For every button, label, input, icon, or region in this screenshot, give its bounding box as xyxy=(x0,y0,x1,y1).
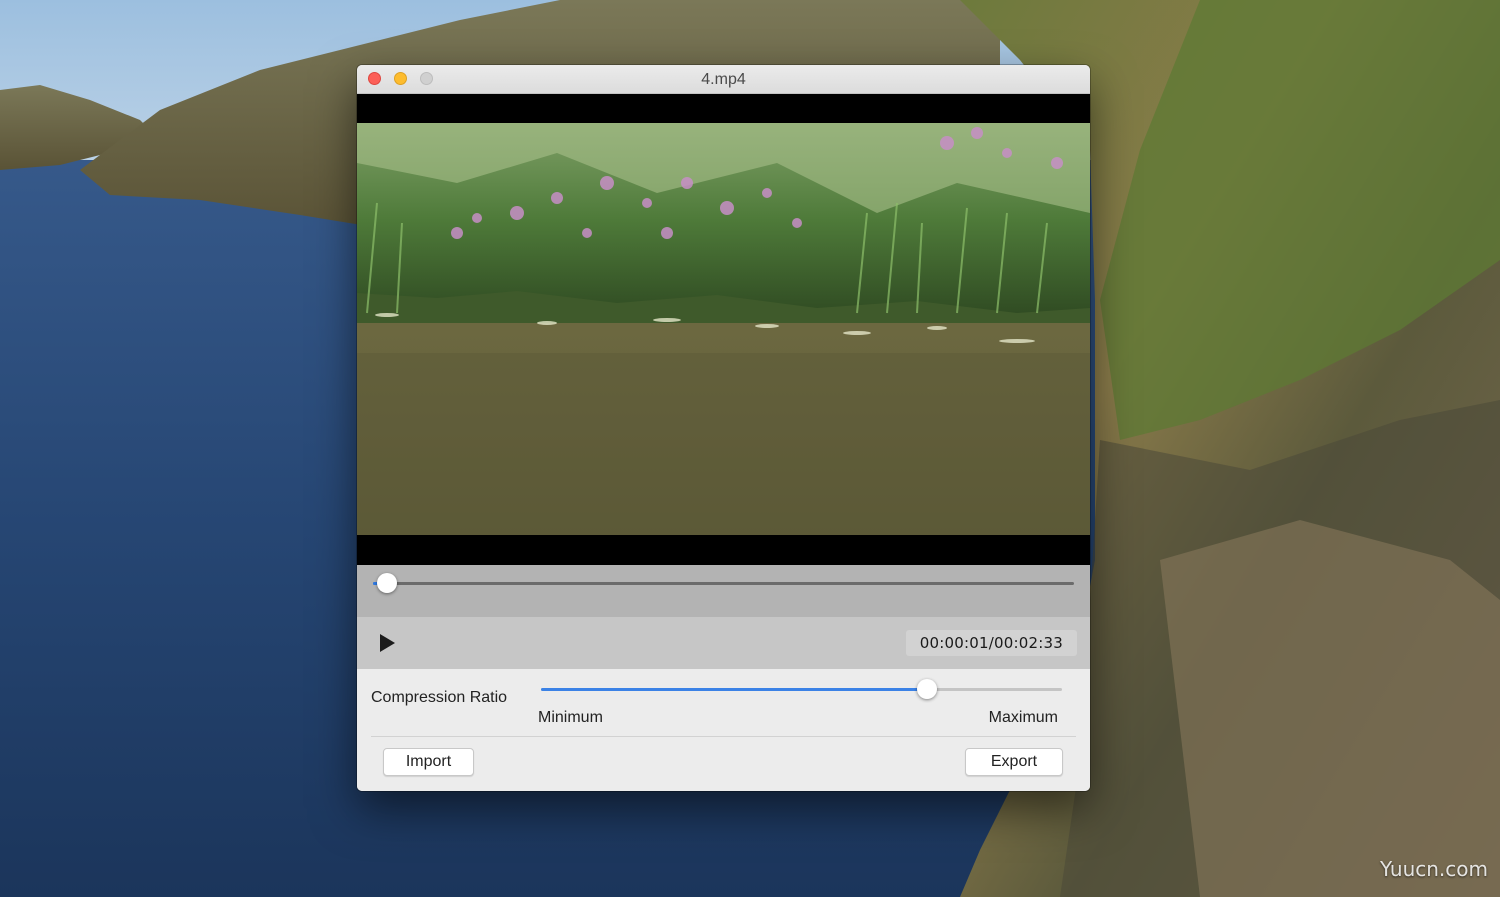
time-display: 00:00:01/00:02:33 xyxy=(905,630,1077,656)
import-button[interactable]: Import xyxy=(383,748,474,776)
minimum-label: Minimum xyxy=(538,709,603,726)
export-button[interactable]: Export xyxy=(965,748,1063,776)
compression-slider-knob[interactable] xyxy=(916,679,937,699)
maximum-label: Maximum xyxy=(988,709,1058,726)
compression-slider-fill xyxy=(541,688,927,691)
window-title: 4.mp4 xyxy=(701,71,746,88)
compression-slider[interactable] xyxy=(541,679,1062,699)
watermark-text: Yuucn.com xyxy=(1379,857,1488,881)
bottom-bar: Import Export xyxy=(357,737,1090,791)
app-window: 4.mp4 00:00:01/00:02:33 Compression Rati… xyxy=(357,65,1090,791)
playback-controls: 00:00:01/00:02:33 xyxy=(357,617,1090,669)
seek-bar-strip xyxy=(357,565,1090,617)
video-view[interactable] xyxy=(357,94,1090,565)
compression-panel: Compression Ratio Minimum Maximum xyxy=(357,669,1090,737)
title-bar[interactable]: 4.mp4 xyxy=(357,65,1090,94)
video-frame xyxy=(357,123,1090,535)
seek-knob[interactable] xyxy=(377,573,398,593)
play-icon xyxy=(380,634,395,652)
seek-slider[interactable] xyxy=(373,573,1074,593)
play-button[interactable] xyxy=(375,631,399,655)
compression-ratio-label: Compression Ratio xyxy=(371,689,508,706)
desktop: Yuucn.com 4.mp4 00:00:01/00:02:33 Compre… xyxy=(0,0,1500,897)
